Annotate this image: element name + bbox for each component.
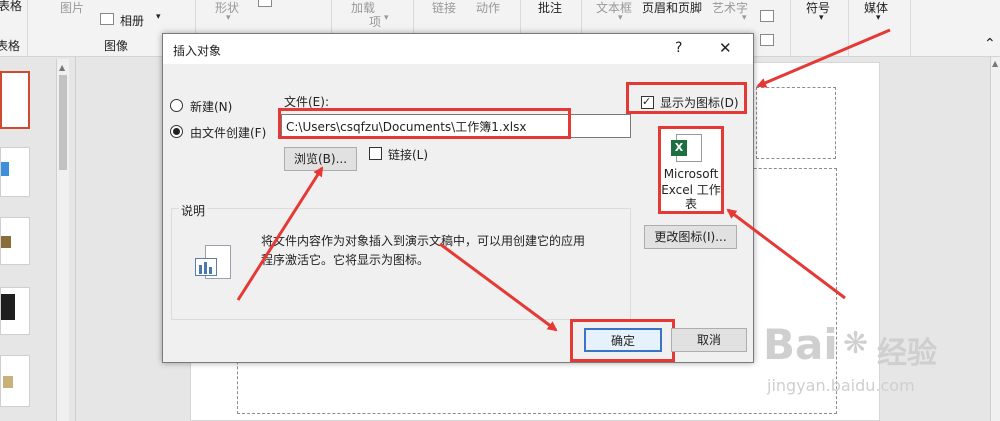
arrow-to-icon-preview (726, 208, 846, 300)
baidu-watermark: Bai ❋ 经验 jingyan.baidu.com (755, 320, 985, 410)
arrow-to-display-as-icon (756, 28, 891, 88)
paw-icon: ❋ (843, 326, 869, 361)
watermark-url: jingyan.baidu.com (767, 376, 915, 395)
watermark-brand: Bai (763, 320, 838, 369)
arrow-to-ok (439, 242, 558, 332)
arrow-to-browse (236, 166, 324, 301)
watermark-brand-tail: 经验 (877, 336, 937, 371)
